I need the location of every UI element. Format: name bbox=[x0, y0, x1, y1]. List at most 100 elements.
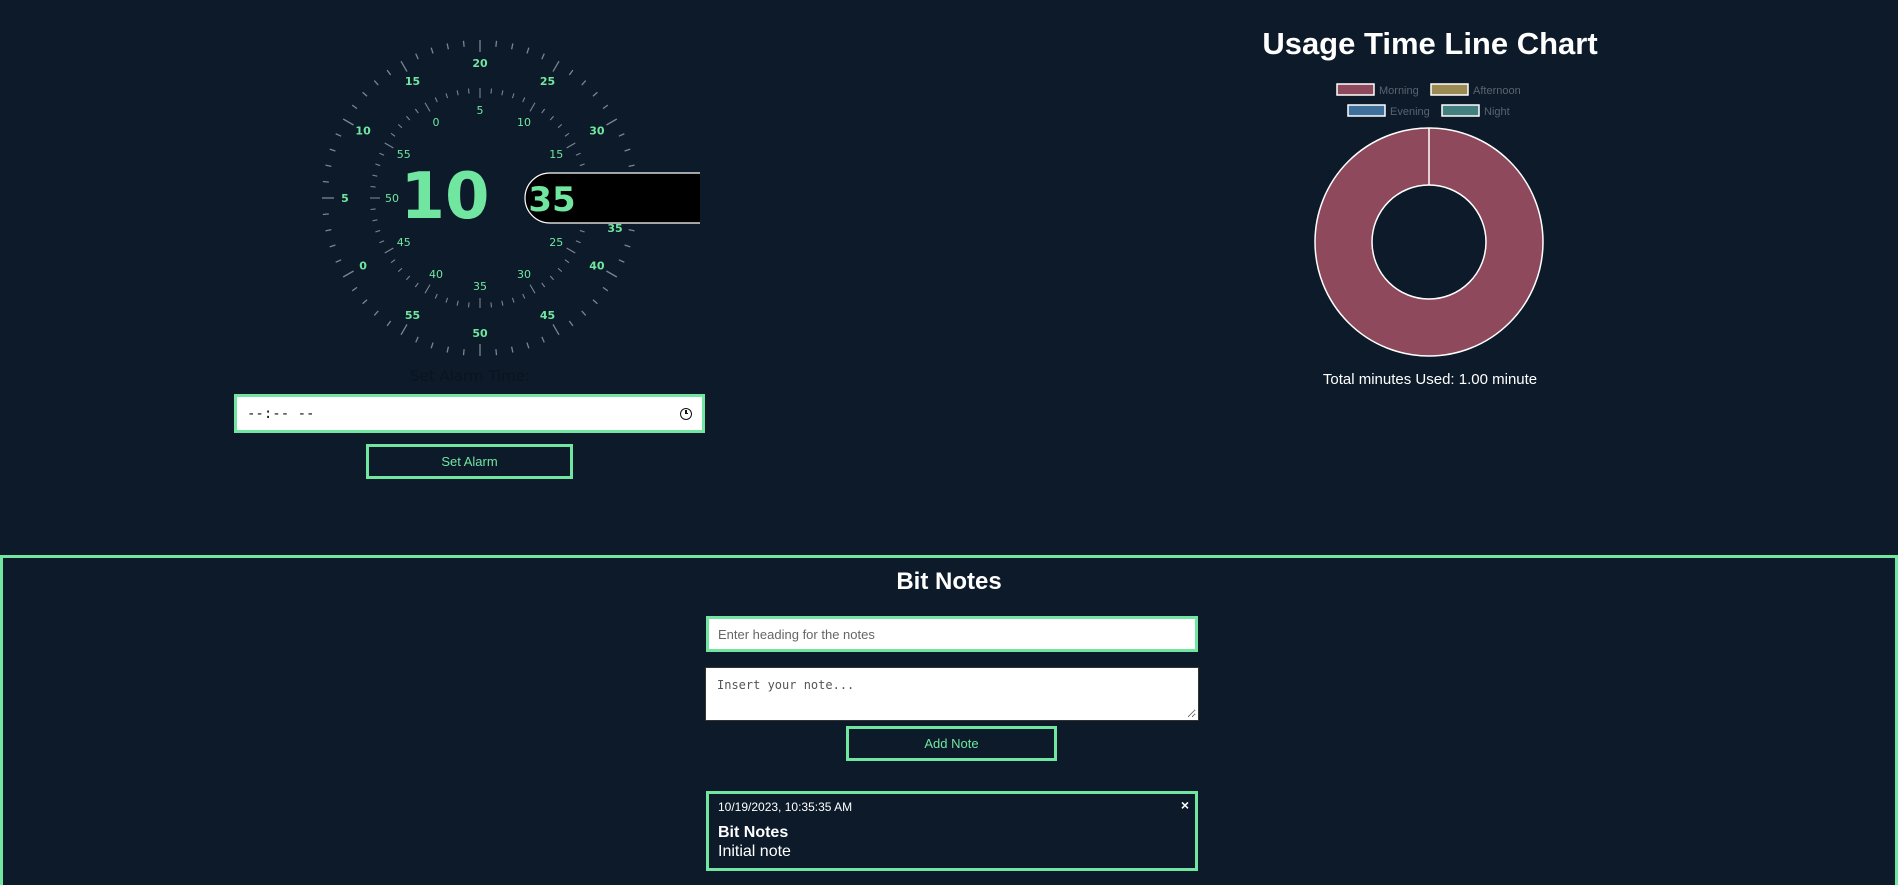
outer-tick bbox=[618, 133, 625, 137]
outer-tick bbox=[325, 228, 332, 232]
outer-tick bbox=[342, 270, 354, 278]
outer-tick bbox=[606, 270, 618, 278]
legend-swatch[interactable] bbox=[1441, 104, 1480, 117]
inner-tick bbox=[384, 247, 394, 254]
outer-tick bbox=[495, 40, 498, 47]
inner-dial-label: 10 bbox=[517, 116, 531, 129]
legend-label[interactable]: Evening bbox=[1390, 106, 1430, 118]
add-note-button[interactable]: Add Note bbox=[846, 726, 1057, 761]
inner-tick bbox=[445, 297, 449, 303]
inner-tick bbox=[375, 229, 381, 233]
outer-tick bbox=[322, 180, 329, 183]
outer-tick bbox=[552, 60, 560, 72]
outer-tick bbox=[541, 336, 545, 343]
inner-tick bbox=[424, 102, 431, 112]
outer-tick bbox=[373, 80, 379, 86]
legend-label[interactable]: Afternoon bbox=[1473, 85, 1521, 97]
outer-tick bbox=[351, 104, 358, 110]
outer-dial-label: 55 bbox=[405, 309, 420, 322]
inner-tick bbox=[456, 90, 459, 96]
outer-tick bbox=[446, 43, 450, 50]
outer-tick bbox=[581, 80, 587, 86]
set-alarm-button[interactable]: Set Alarm bbox=[366, 444, 573, 479]
outer-tick bbox=[430, 342, 434, 349]
outer-tick bbox=[329, 244, 336, 248]
inner-tick bbox=[372, 174, 378, 177]
legend-label[interactable]: Morning bbox=[1379, 85, 1419, 97]
inner-dial-label: 35 bbox=[473, 280, 487, 293]
legend-label[interactable]: Night bbox=[1484, 106, 1510, 118]
alarm-time-label: Set Alarm Time: bbox=[409, 367, 531, 385]
clock-icon[interactable] bbox=[680, 407, 692, 420]
chart-title: Usage Time Line Chart bbox=[1262, 26, 1598, 61]
inner-tick bbox=[549, 115, 555, 121]
note-card: 10/19/2023, 10:35:35 AM × Bit Notes Init… bbox=[706, 791, 1198, 871]
outer-dial-label: 45 bbox=[540, 309, 555, 322]
inner-tick bbox=[575, 240, 581, 244]
outer-dial-label: 10 bbox=[355, 125, 371, 138]
note-date: 10/19/2023, 10:35:35 AM bbox=[718, 800, 853, 814]
inner-tick bbox=[529, 102, 536, 112]
outer-tick bbox=[510, 43, 514, 50]
inner-tick bbox=[490, 88, 493, 94]
inner-tick bbox=[372, 219, 378, 222]
outer-tick bbox=[602, 286, 609, 292]
legend-swatch[interactable] bbox=[1336, 83, 1375, 96]
inner-tick bbox=[467, 88, 470, 94]
inner-tick bbox=[564, 259, 570, 264]
inner-tick bbox=[397, 123, 403, 129]
outer-tick bbox=[329, 148, 336, 152]
inner-tick bbox=[575, 152, 581, 156]
outer-tick bbox=[462, 40, 465, 47]
inner-tick bbox=[370, 208, 376, 211]
outer-tick bbox=[624, 244, 631, 248]
legend-swatch[interactable] bbox=[1347, 104, 1386, 117]
outer-tick bbox=[541, 53, 545, 60]
inner-tick bbox=[434, 97, 438, 103]
inner-tick bbox=[390, 132, 396, 137]
outer-tick bbox=[628, 228, 635, 232]
inner-tick bbox=[549, 275, 555, 281]
outer-tick bbox=[628, 164, 635, 168]
note-text: Initial note bbox=[718, 843, 791, 860]
outer-tick bbox=[592, 299, 598, 305]
outer-tick bbox=[624, 148, 631, 152]
usage-doughnut-chart: Morning Afternoon Evening Night bbox=[1314, 83, 1544, 357]
inner-tick bbox=[579, 163, 585, 167]
outer-tick bbox=[510, 346, 514, 353]
inner-tick bbox=[566, 247, 576, 254]
notes-title: Bit Notes bbox=[896, 568, 1002, 595]
inner-tick bbox=[511, 297, 515, 303]
inner-tick bbox=[456, 300, 459, 306]
inner-dial-label: 5 bbox=[477, 104, 484, 117]
inner-tick bbox=[564, 132, 570, 137]
outer-tick bbox=[386, 69, 392, 76]
total-minutes-used: Total minutes Used: 1.00 minute bbox=[1322, 371, 1538, 388]
outer-tick bbox=[362, 91, 368, 97]
inner-tick bbox=[384, 142, 394, 149]
alarm-time-input[interactable]: --:-- -- bbox=[234, 394, 705, 433]
outer-tick bbox=[462, 349, 465, 356]
outer-dial-label: 20 bbox=[472, 57, 488, 70]
note-heading-input[interactable] bbox=[706, 616, 1198, 652]
inner-tick bbox=[541, 282, 546, 288]
close-icon[interactable]: × bbox=[1181, 797, 1189, 813]
outer-tick bbox=[568, 69, 574, 76]
inner-dial-label: 30 bbox=[517, 268, 531, 281]
inner-tick bbox=[405, 115, 411, 121]
inner-dial-label: 45 bbox=[397, 236, 411, 249]
outer-dial-label: 0 bbox=[359, 260, 367, 273]
inner-tick bbox=[390, 259, 396, 264]
note-body-input[interactable] bbox=[705, 667, 1199, 721]
inner-tick bbox=[414, 108, 419, 114]
outer-dial-label: 25 bbox=[540, 75, 555, 88]
inner-tick bbox=[370, 185, 376, 188]
outer-tick bbox=[400, 324, 408, 336]
alarm-time-value: --:-- -- bbox=[247, 405, 315, 422]
outer-tick bbox=[602, 104, 609, 110]
legend-swatch[interactable] bbox=[1430, 83, 1469, 96]
inner-tick bbox=[414, 282, 419, 288]
inner-dial-label: 0 bbox=[433, 116, 440, 129]
inner-tick bbox=[511, 93, 515, 99]
outer-tick bbox=[526, 47, 530, 54]
